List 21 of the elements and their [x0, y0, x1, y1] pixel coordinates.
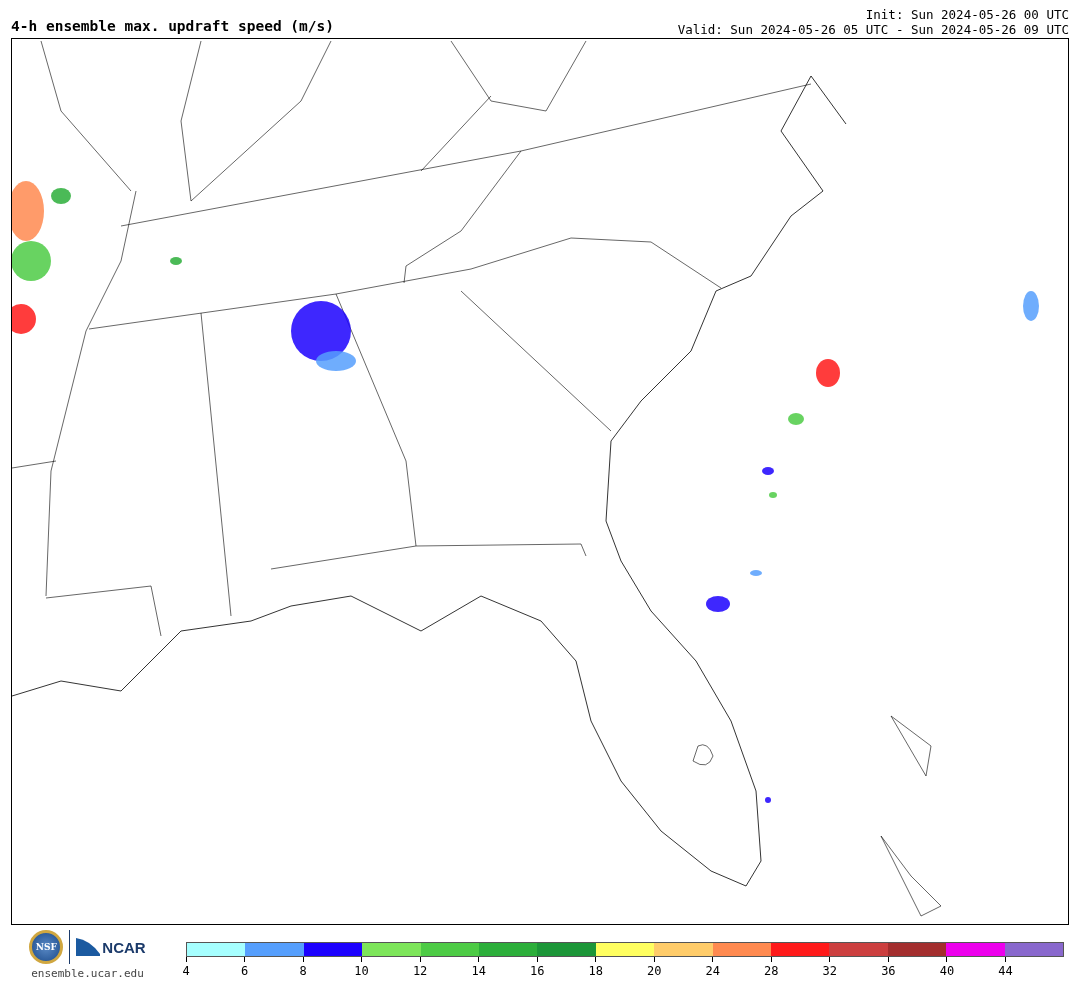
tick-label: 28 — [764, 964, 779, 978]
tick-label: 8 — [299, 964, 307, 978]
nsf-logo: NSF — [29, 930, 64, 964]
tick-label: 24 — [705, 964, 720, 978]
website-url: ensemble.ucar.edu — [31, 967, 144, 980]
tick-label: 32 — [822, 964, 838, 978]
valid-time-range: Valid: Sun 2024-05-26 05 UTC - Sun 2024-05-26 09 UTC — [677, 22, 1069, 37]
tick-label: 10 — [354, 964, 369, 978]
tick-label: 6 — [240, 964, 249, 978]
init-time: Init: Sun 2024-05-26 00 UTC — [865, 7, 1069, 22]
tick-label: 4 — [182, 964, 190, 978]
tick-label: 12 — [412, 964, 428, 978]
tick-label: 36 — [881, 964, 896, 978]
chart-title: 4-h ensemble max. updraft speed (m/s) — [11, 18, 334, 36]
tick-label: 16 — [529, 964, 545, 978]
tick-label: 18 — [588, 964, 603, 978]
ncar-logo: NCAR — [76, 938, 146, 956]
tick-label: 40 — [939, 964, 955, 978]
tick-label: 20 — [647, 964, 662, 978]
tick-label: 44 — [998, 964, 1013, 978]
tick-label: 14 — [471, 964, 486, 978]
